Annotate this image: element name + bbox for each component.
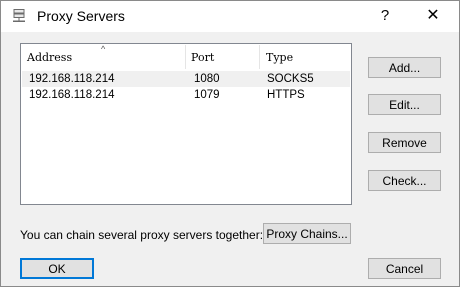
cell-address: 192.168.118.214 xyxy=(29,73,115,85)
column-header-port[interactable]: Port xyxy=(191,44,214,71)
cell-port: 1080 xyxy=(194,73,220,85)
column-header-type[interactable]: Type xyxy=(266,44,293,71)
proxy-list[interactable]: Address ^ Port Type 192.168.118.214 1080… xyxy=(20,43,352,205)
close-button[interactable]: ✕ xyxy=(421,6,445,26)
cell-type: HTTPS xyxy=(267,89,305,101)
cell-port: 1079 xyxy=(194,89,220,101)
server-icon xyxy=(13,9,25,22)
cell-type: SOCKS5 xyxy=(267,73,314,85)
window-title: Proxy Servers xyxy=(37,8,125,24)
title-bar: Proxy Servers ? ✕ xyxy=(1,1,459,32)
column-divider[interactable] xyxy=(185,45,186,69)
proxy-chains-button[interactable]: Proxy Chains... xyxy=(263,223,351,244)
edit-button[interactable]: Edit... xyxy=(368,94,441,115)
remove-button[interactable]: Remove xyxy=(368,132,441,153)
help-button[interactable]: ? xyxy=(373,6,397,26)
column-divider[interactable] xyxy=(259,45,260,69)
ok-button[interactable]: OK xyxy=(20,258,94,279)
chain-description: You can chain several proxy servers toge… xyxy=(20,228,264,242)
column-header-address[interactable]: Address xyxy=(27,44,72,71)
cell-address: 192.168.118.214 xyxy=(29,89,115,101)
background-window-strip xyxy=(0,287,460,298)
add-button[interactable]: Add... xyxy=(368,57,441,78)
list-header: Address ^ Port Type xyxy=(21,44,351,71)
sort-ascending-icon: ^ xyxy=(101,44,106,54)
check-button[interactable]: Check... xyxy=(368,170,441,191)
proxy-servers-dialog: Proxy Servers ? ✕ Address ^ Port Type 19… xyxy=(0,0,460,287)
table-row[interactable]: 192.168.118.214 1079 HTTPS xyxy=(22,87,350,103)
cancel-button[interactable]: Cancel xyxy=(368,258,441,279)
table-row[interactable]: 192.168.118.214 1080 SOCKS5 xyxy=(22,71,350,87)
